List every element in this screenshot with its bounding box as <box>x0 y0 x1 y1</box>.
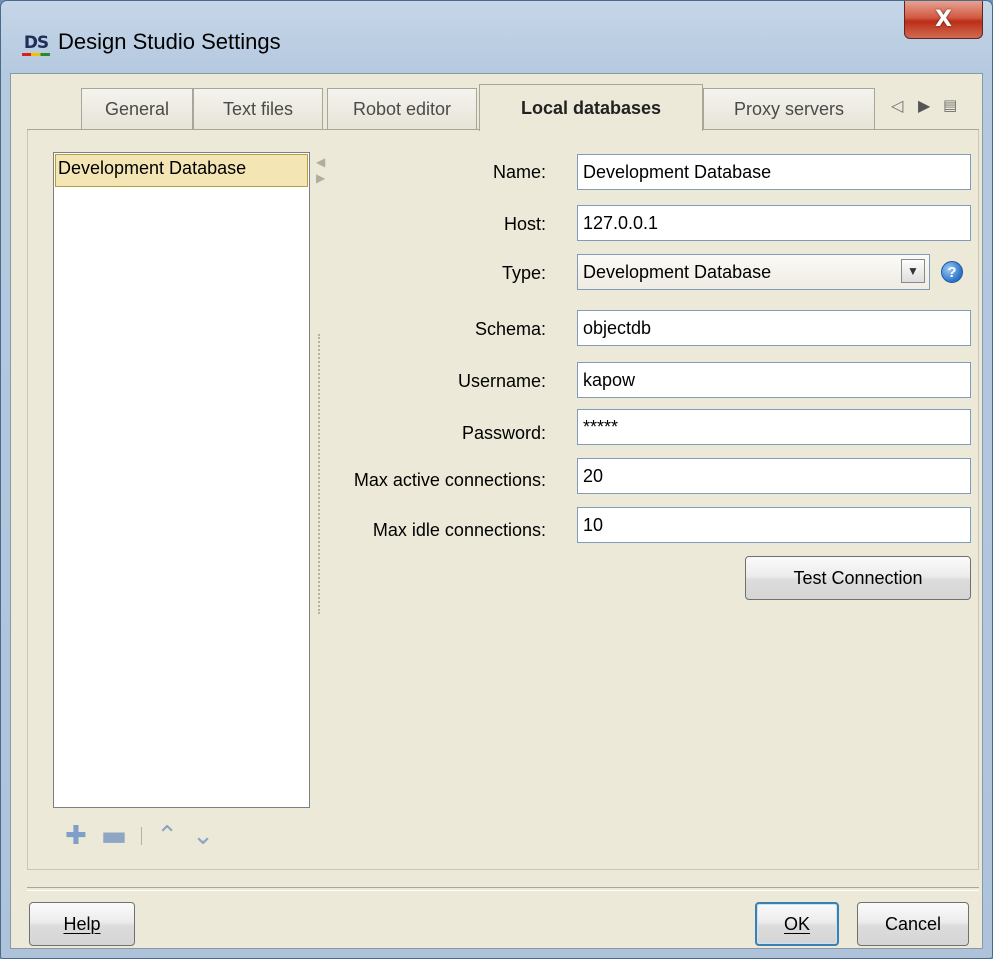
username-field[interactable] <box>577 362 971 398</box>
scroll-right-icon[interactable]: ▶ <box>918 96 930 115</box>
plus-icon[interactable]: ✚ <box>65 823 87 849</box>
tab-general[interactable]: General <box>81 88 193 130</box>
host-field[interactable] <box>577 205 971 241</box>
collapse-arrows-icon[interactable]: ◀ ▶ <box>316 154 326 190</box>
max-active-connections-field[interactable] <box>577 458 971 494</box>
name-field[interactable] <box>577 154 971 190</box>
password-label: Password: <box>461 423 546 443</box>
window-title: Design Studio Settings <box>58 29 281 54</box>
max-active-connections-label: Max active connections: <box>353 470 546 490</box>
title-bar[interactable]: DS Design Studio Settings X <box>1 1 992 73</box>
help-icon[interactable]: ? <box>941 261 963 283</box>
max-idle-connections-label: Max idle connections: <box>372 520 546 540</box>
ok-button[interactable]: OK <box>755 902 839 946</box>
tab-robot-editor[interactable]: Robot editor <box>327 88 477 130</box>
dialog-body: General Text files Robot editor Local da… <box>10 73 983 949</box>
username-label: Username: <box>457 371 546 391</box>
close-icon: X <box>935 7 952 32</box>
schema-label: Schema: <box>474 319 546 339</box>
password-field[interactable] <box>577 409 971 445</box>
list-item[interactable]: Development Database <box>55 154 308 187</box>
help-button[interactable]: Help <box>29 902 135 946</box>
footer-divider <box>27 887 979 891</box>
close-button[interactable]: X <box>904 1 983 39</box>
test-connection-button[interactable]: Test Connection <box>745 556 971 600</box>
toolbar-separator <box>141 827 143 845</box>
tab-list-icon[interactable]: ▤ <box>943 96 957 114</box>
type-label: Type: <box>501 263 546 283</box>
cancel-button[interactable]: Cancel <box>857 902 969 946</box>
splitter-handle[interactable] <box>318 334 323 614</box>
type-select[interactable]: Development Database ▼ <box>577 254 930 290</box>
tab-text-files[interactable]: Text files <box>193 88 323 130</box>
max-idle-connections-field[interactable] <box>577 507 971 543</box>
chevron-up-icon[interactable]: ⌃ <box>156 823 178 849</box>
database-list[interactable]: Development Database <box>53 152 310 808</box>
design-studio-app-icon: DS <box>21 31 51 56</box>
host-label: Host: <box>503 214 546 234</box>
chevron-down-icon[interactable]: ▼ <box>901 259 925 283</box>
chevron-down-icon[interactable]: ⌄ <box>192 823 214 849</box>
type-select-value: Development Database <box>583 262 772 282</box>
name-label: Name: <box>492 162 546 182</box>
tab-proxy-servers[interactable]: Proxy servers <box>703 88 875 130</box>
schema-field[interactable] <box>577 310 971 346</box>
tab-local-databases[interactable]: Local databases <box>479 84 703 131</box>
settings-dialog: DS Design Studio Settings X General Text… <box>0 0 993 959</box>
list-toolbar: ✚ ▬ ⌃ ⌄ <box>65 822 214 850</box>
tab-bar: General Text files Robot editor Local da… <box>11 74 982 131</box>
scroll-left-icon[interactable]: ◁ <box>891 96 903 115</box>
minus-icon[interactable]: ▬ <box>101 822 127 850</box>
